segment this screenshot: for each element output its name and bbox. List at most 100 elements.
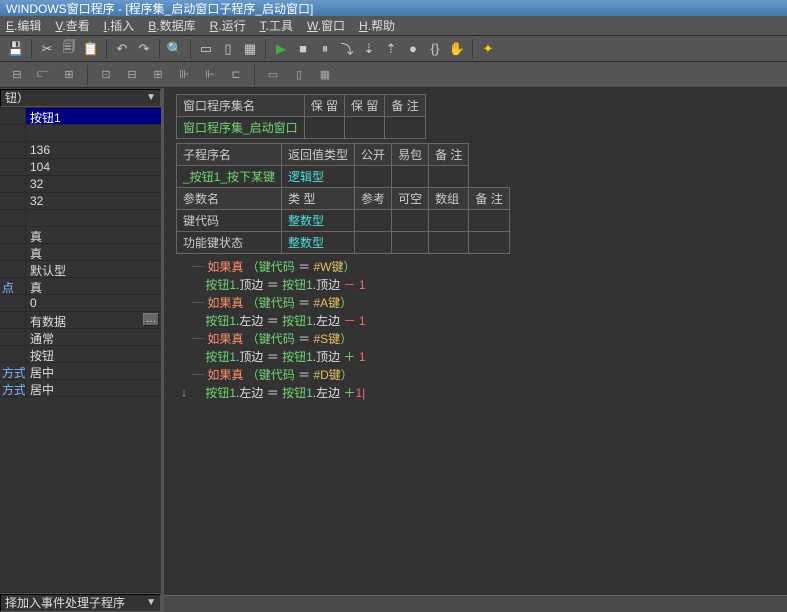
property-value[interactable]: 通常 xyxy=(26,329,161,345)
property-value[interactable]: 按钮 xyxy=(26,346,161,362)
breakpoint-icon[interactable]: ● xyxy=(403,39,423,59)
redo-icon[interactable]: ↷ xyxy=(134,39,154,59)
table-cell[interactable] xyxy=(392,210,429,232)
param-name-cell[interactable]: 键代码 xyxy=(177,210,282,232)
menu-edit[interactable]: E.编辑 xyxy=(6,17,41,34)
property-row[interactable]: 0 xyxy=(0,295,161,312)
property-row[interactable]: 104 xyxy=(0,159,161,176)
code-line[interactable]: ┈ 如果真 （键代码 ＝ #W键） xyxy=(176,258,787,276)
property-value[interactable]: 0 xyxy=(26,295,161,311)
type-cell[interactable]: 整数型 xyxy=(282,232,355,254)
stop-icon[interactable]: ■ xyxy=(293,39,313,59)
menu-insert[interactable]: I.插入 xyxy=(104,17,135,34)
property-row[interactable]: 真 xyxy=(0,227,161,244)
menu-window[interactable]: W.窗口 xyxy=(307,17,345,34)
property-value[interactable]: 136 xyxy=(26,142,161,158)
code-line[interactable]: ┈ 如果真 （键代码 ＝ #D键） xyxy=(176,366,787,384)
property-value[interactable]: 真 xyxy=(26,244,161,260)
table-cell[interactable] xyxy=(355,210,392,232)
code-line[interactable]: ↓ 按钮1.左边 ＝ 按钮1.左边 ＋1| xyxy=(176,384,787,402)
table-cell[interactable] xyxy=(469,232,509,254)
property-row[interactable]: 按钮1 xyxy=(0,108,161,125)
code-editor[interactable]: 窗口程序集名 保 留 保 留 备 注 窗口程序集_启动窗口 子程序名 返回值类型… xyxy=(164,88,787,612)
property-value[interactable]: 真 xyxy=(26,278,161,294)
align10-icon[interactable]: ▭ xyxy=(262,65,284,85)
property-value[interactable]: 默认型 xyxy=(26,261,161,277)
tb-save-icon[interactable]: 💾 xyxy=(6,39,26,59)
table-cell[interactable] xyxy=(429,166,469,188)
more-button[interactable]: … xyxy=(143,313,159,326)
property-value[interactable]: 真 xyxy=(26,227,161,243)
property-value[interactable] xyxy=(26,125,161,141)
property-value[interactable]: 有数据… xyxy=(26,312,161,328)
event-selector[interactable]: 择加入事件处理子程序 ▼ xyxy=(0,594,161,612)
type-cell[interactable]: 逻辑型 xyxy=(282,166,355,188)
menu-database[interactable]: B.数据库 xyxy=(148,17,195,34)
star-icon[interactable]: ✦ xyxy=(478,39,498,59)
property-row[interactable]: 32 xyxy=(0,193,161,210)
align7-icon[interactable]: ⊪ xyxy=(173,65,195,85)
align8-icon[interactable]: ⊩ xyxy=(199,65,221,85)
copy-icon[interactable]: 🗐 xyxy=(59,39,79,59)
property-row[interactable]: 有数据… xyxy=(0,312,161,329)
property-row[interactable]: 点真 xyxy=(0,278,161,295)
table-cell[interactable] xyxy=(429,210,469,232)
code-line[interactable]: 按钮1.左边 ＝ 按钮1.左边 － 1 xyxy=(176,312,787,330)
table-cell[interactable] xyxy=(355,166,392,188)
layout2-icon[interactable]: ▯ xyxy=(218,39,238,59)
table-cell[interactable] xyxy=(385,117,425,139)
property-row[interactable]: 按钮 xyxy=(0,346,161,363)
hand-icon[interactable]: ✋ xyxy=(447,39,467,59)
table-cell[interactable] xyxy=(355,232,392,254)
align5-icon[interactable]: ⊟ xyxy=(121,65,143,85)
property-row[interactable]: 方式居中 xyxy=(0,380,161,397)
table-cell[interactable] xyxy=(304,117,344,139)
type-cell[interactable]: 整数型 xyxy=(282,210,355,232)
property-value[interactable]: 32 xyxy=(26,193,161,209)
table-cell[interactable] xyxy=(345,117,385,139)
property-value[interactable] xyxy=(26,210,161,226)
property-row[interactable]: 方式居中 xyxy=(0,363,161,380)
align11-icon[interactable]: ▯ xyxy=(288,65,310,85)
code-lines[interactable]: ┈ 如果真 （键代码 ＝ #W键） 按钮1.顶边 ＝ 按钮1.顶边 － 1┈ 如… xyxy=(176,258,787,402)
step-into-icon[interactable]: ⇣ xyxy=(359,39,379,59)
align4-icon[interactable]: ⊡ xyxy=(95,65,117,85)
menu-help[interactable]: H.帮助 xyxy=(359,17,395,34)
sub-name-cell[interactable]: _按钮1_按下某键 xyxy=(177,166,282,188)
assembly-name-cell[interactable]: 窗口程序集_启动窗口 xyxy=(177,117,305,139)
align12-icon[interactable]: ▦ xyxy=(314,65,336,85)
code-line[interactable]: ┈ 如果真 （键代码 ＝ #S键） xyxy=(176,330,787,348)
table-row[interactable]: 窗口程序集_启动窗口 xyxy=(177,117,426,139)
paste-icon[interactable]: 📋 xyxy=(81,39,101,59)
property-row[interactable]: 真 xyxy=(0,244,161,261)
property-value[interactable]: 32 xyxy=(26,176,161,192)
property-row[interactable] xyxy=(0,125,161,142)
property-row[interactable]: 136 xyxy=(0,142,161,159)
code-line[interactable]: ┈ 如果真 （键代码 ＝ #A键） xyxy=(176,294,787,312)
cut-icon[interactable]: ✂ xyxy=(37,39,57,59)
find-icon[interactable]: 🔍 xyxy=(165,39,185,59)
table-cell[interactable] xyxy=(392,166,429,188)
layout1-icon[interactable]: ▭ xyxy=(196,39,216,59)
align2-icon[interactable]: ⫍ xyxy=(32,65,54,85)
code-line[interactable]: 按钮1.顶边 ＝ 按钮1.顶边 ＋ 1 xyxy=(176,348,787,366)
property-row[interactable]: 32 xyxy=(0,176,161,193)
step-over-icon[interactable]: ⤵ xyxy=(337,39,357,59)
property-value[interactable]: 居中 xyxy=(26,363,161,379)
table-cell[interactable] xyxy=(429,232,469,254)
braces-icon[interactable]: {} xyxy=(425,39,445,59)
layout3-icon[interactable]: ▦ xyxy=(240,39,260,59)
property-row[interactable]: 通常 xyxy=(0,329,161,346)
menu-tools[interactable]: T.工具 xyxy=(260,17,293,34)
table-row[interactable]: 键代码 整数型 xyxy=(177,210,510,232)
undo-icon[interactable]: ↶ xyxy=(112,39,132,59)
property-value[interactable]: 104 xyxy=(26,159,161,175)
property-row[interactable]: 默认型 xyxy=(0,261,161,278)
table-row[interactable]: _按钮1_按下某键 逻辑型 xyxy=(177,166,510,188)
pause-icon[interactable]: ⏸ xyxy=(315,39,335,59)
param-name-cell[interactable]: 功能键状态 xyxy=(177,232,282,254)
table-cell[interactable] xyxy=(469,210,509,232)
align1-icon[interactable]: ⊟ xyxy=(6,65,28,85)
code-line[interactable]: 按钮1.顶边 ＝ 按钮1.顶边 － 1 xyxy=(176,276,787,294)
menu-run[interactable]: R.运行 xyxy=(210,17,246,34)
